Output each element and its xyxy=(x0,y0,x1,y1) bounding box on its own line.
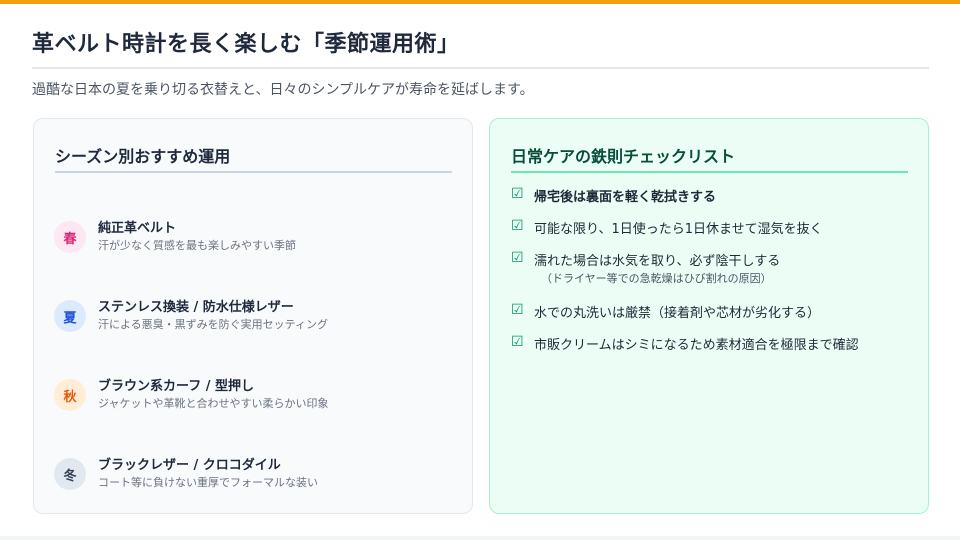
autumn-badge: 秋 xyxy=(54,379,86,411)
checkbox-icon: ☑ xyxy=(511,334,524,350)
accent-bar xyxy=(0,0,960,4)
season-description: ジャケットや革靴と合わせやすい柔らかい印象 xyxy=(98,397,329,410)
checkbox-icon: ☑ xyxy=(511,186,524,202)
title-divider xyxy=(32,67,929,69)
checklist-card-title: 日常ケアの鉄則チェックリスト xyxy=(511,147,736,166)
checkbox-icon: ☑ xyxy=(511,302,524,318)
seasons-card: シーズン別おすすめ運用 春 純正革ベルト 汗が少なく質感を最も楽しみやすい季節 … xyxy=(33,118,473,514)
checklist-item-text: 水での丸洗いは厳禁（接着剤や芯材が劣化する） xyxy=(534,306,821,321)
checkbox-icon: ☑ xyxy=(511,250,524,266)
season-title: ブラックレザー / クロコダイル xyxy=(98,458,281,473)
season-item-spring: 春 純正革ベルト 汗が少なく質感を最も楽しみやすい季節 xyxy=(54,217,454,257)
bottom-strip xyxy=(0,536,960,540)
page-subtitle: 過酷な日本の夏を乗り切る衣替えと、日々のシンプルケアが寿命を延ばします。 xyxy=(32,82,534,98)
season-item-summer: 夏 ステンレス換装 / 防水仕様レザー 汗による悪臭・黒ずみを防ぐ実用セッティン… xyxy=(54,296,454,336)
season-title: ステンレス換装 / 防水仕様レザー xyxy=(98,300,294,315)
checklist-item-text: 帰宅後は裏面を軽く乾拭きする xyxy=(534,190,717,205)
season-description: コート等に負けない重厚でフォーマルな装い xyxy=(98,476,318,489)
season-description: 汗が少なく質感を最も楽しみやすい季節 xyxy=(98,239,296,252)
checkbox-icon: ☑ xyxy=(511,218,524,234)
checklist-item-text: 市販クリームはシミになるため素材適合を極限まで確認 xyxy=(534,338,859,353)
seasons-card-title: シーズン別おすすめ運用 xyxy=(55,147,231,166)
season-item-autumn: 秋 ブラウン系カーフ / 型押し ジャケットや革靴と合わせやすい柔らかい印象 xyxy=(54,375,454,415)
checklist-item-text: 可能な限り、1日使ったら1日休ませて湿気を抜く xyxy=(534,222,823,237)
seasons-card-divider xyxy=(55,171,452,173)
checklist-item-note: （ドライヤー等での急乾燥はひび割れの原因） xyxy=(541,272,772,285)
page-title: 革ベルト時計を長く楽しむ「季節運用術」 xyxy=(32,32,460,57)
season-title: 純正革ベルト xyxy=(98,221,177,236)
checklist-item-text: 濡れた場合は水気を取り、必ず陰干しする xyxy=(534,254,781,269)
season-item-winter: 冬 ブラックレザー / クロコダイル コート等に負けない重厚でフォーマルな装い xyxy=(54,454,454,494)
winter-badge: 冬 xyxy=(54,458,86,490)
care-checklist-card: 日常ケアの鉄則チェックリスト ☑ 帰宅後は裏面を軽く乾拭きする ☑ 可能な限り、… xyxy=(489,118,929,514)
season-title: ブラウン系カーフ / 型押し xyxy=(98,379,255,394)
season-description: 汗による悪臭・黒ずみを防ぐ実用セッティング xyxy=(98,318,329,331)
spring-badge: 春 xyxy=(54,221,86,253)
summer-badge: 夏 xyxy=(54,300,86,332)
checklist-card-divider xyxy=(511,171,908,173)
